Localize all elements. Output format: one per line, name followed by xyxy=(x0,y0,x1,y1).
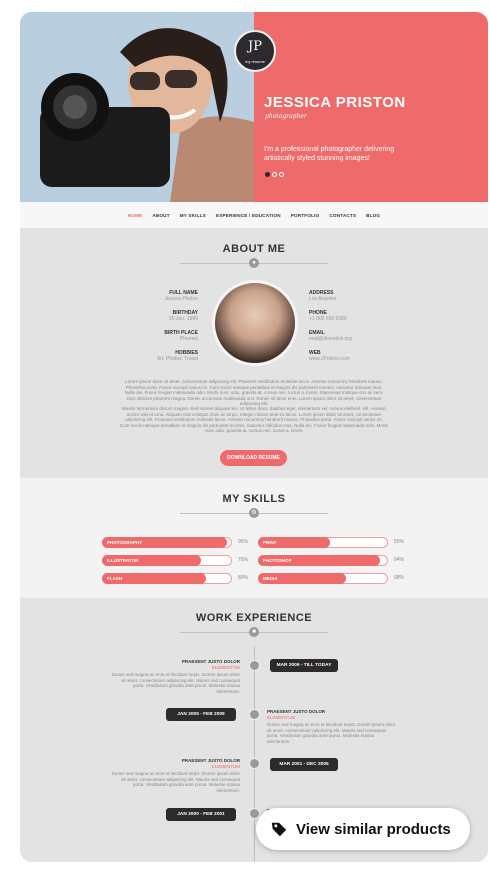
logo-badge[interactable]: JP my resume xyxy=(234,30,276,72)
hero-section: JP my resume JESSICA PRISTON photographe… xyxy=(20,12,488,202)
skill-percent: 55% xyxy=(394,539,405,545)
job-subtitle: ELEMENTUM xyxy=(267,714,296,720)
resume-preview-card[interactable]: JP my resume JESSICA PRISTON photographe… xyxy=(20,12,488,862)
field-value[interactable]: www.JPriston.com xyxy=(309,356,379,362)
job-description: Donec sed magna ac eros et tincidunt tur… xyxy=(111,672,240,694)
skill-percent: 80% xyxy=(238,575,249,581)
skill-name: PHOTOGRAPHY xyxy=(107,540,143,545)
field-web: WEB www.JPriston.com xyxy=(309,350,379,362)
skill-percent: 94% xyxy=(394,557,405,563)
photographer-image xyxy=(20,12,254,202)
hero-role: photographer xyxy=(265,113,307,120)
field-email: EMAIL mail@demolink.org xyxy=(309,330,379,342)
field-value: Art, Photos, Travel xyxy=(156,356,198,362)
main-nav: HOME ABOUT MY SKILLS EXPERIENCE / EDUCAT… xyxy=(20,202,488,228)
skill-bar: PHOTOSHOP xyxy=(258,555,388,566)
skill-name: PHOTOSHOP xyxy=(263,558,292,563)
nav-blog[interactable]: BLOG xyxy=(366,213,380,218)
skills-title: MY SKILLS xyxy=(222,493,286,505)
user-icon: ● xyxy=(249,258,259,268)
field-birth-place: BIRTH PLACE Phoenix xyxy=(130,330,198,342)
field-phone: PHONE +1 800 559 6580 xyxy=(309,310,379,322)
slider-dot[interactable] xyxy=(279,172,284,177)
field-hobbies: HOBBIES Art, Photos, Travel xyxy=(130,350,198,362)
skill-bar: FLASH xyxy=(102,573,232,584)
logo-tagline: my resume xyxy=(245,59,265,64)
about-title: ABOUT ME xyxy=(222,243,286,255)
skill-name: ILLUSTRATOR xyxy=(107,558,139,563)
job-date: MAR 2009 - TILL TODAY xyxy=(270,659,338,672)
skill-percent: 76% xyxy=(238,557,249,563)
timeline-line xyxy=(254,646,255,862)
field-value[interactable]: mail@demolink.org xyxy=(309,336,379,342)
job-subtitle: ELEMENTUM xyxy=(211,664,240,670)
nav-portfolio[interactable]: PORTFOLIO xyxy=(291,213,320,218)
field-value: 25 Jun, 1990 xyxy=(169,316,198,322)
job-date: JAN 2005 - FEB 2009 xyxy=(166,708,236,721)
gear-icon: ⚙ xyxy=(249,508,259,518)
nav-about[interactable]: ABOUT xyxy=(152,213,169,218)
hero-photo xyxy=(20,12,254,202)
job-entry: PRAESENT JUSTO DOLOR ELEMENTUM Donec sed… xyxy=(267,709,397,744)
field-full-name: FULL NAME Jessica Priston xyxy=(130,290,198,302)
field-address: ADDRESS Los Angeles xyxy=(309,290,379,302)
check-icon xyxy=(249,660,260,671)
field-value: +1 800 559 6580 xyxy=(309,316,347,322)
field-value: Phoenix xyxy=(179,336,198,342)
tag-icon xyxy=(271,822,287,837)
field-birthday: BIRTHDAY 25 Jun, 1990 xyxy=(130,310,198,322)
job-entry: PRAESENT JUSTO DOLOR ELEMENTUM Donec sed… xyxy=(110,758,240,793)
skill-name: FLASH xyxy=(107,576,122,581)
camera-icon xyxy=(249,758,260,769)
nav-home[interactable]: HOME xyxy=(128,213,143,218)
about-paragraph: Mauris fermentum dictum magna. Sed laore… xyxy=(120,406,388,433)
field-value: Los Angeles xyxy=(309,296,337,302)
job-date: JAN 2000 - FEB 2001 xyxy=(166,808,236,821)
view-similar-products-label: View similar products xyxy=(296,820,451,838)
skill-percent: 68% xyxy=(394,575,405,581)
skill-percent: 96% xyxy=(238,539,249,545)
skill-name: MEDIA xyxy=(263,576,278,581)
job-subtitle: ELEMENTUM xyxy=(211,763,240,769)
job-description: Donec sed magna ac eros et tincidunt tur… xyxy=(267,722,396,744)
hero-name: JESSICA PRISTON xyxy=(264,94,406,111)
work-title: WORK EXPERIENCE xyxy=(195,612,313,624)
nav-skills[interactable]: MY SKILLS xyxy=(180,213,206,218)
skill-bar: PRINT xyxy=(258,537,388,548)
slider-dot[interactable] xyxy=(265,172,270,177)
skill-name: PRINT xyxy=(263,540,277,545)
nav-contacts[interactable]: CONTACTS xyxy=(329,213,356,218)
slider-dot[interactable] xyxy=(272,172,277,177)
field-value: Jessica Priston xyxy=(164,296,198,302)
hero-description: I'm a professional photographer deliveri… xyxy=(264,146,395,162)
download-resume-button[interactable]: DOWNLOAD RESUME xyxy=(220,450,287,466)
star-icon xyxy=(249,709,260,720)
briefcase-icon: ■ xyxy=(249,627,259,637)
logo-monogram: JP xyxy=(248,39,262,54)
nav-experience[interactable]: EXPERIENCE / EDUCATION xyxy=(216,213,281,218)
skill-bar: ILLUSTRATOR xyxy=(102,555,232,566)
view-similar-products-button[interactable]: View similar products xyxy=(256,808,470,850)
slider-dots xyxy=(265,172,284,177)
skill-bar: PHOTOGRAPHY xyxy=(102,537,232,548)
about-paragraph: Lorem ipsum dolor sit amet, consectetuer… xyxy=(124,379,384,406)
job-date: MAR 2001 - DEC 2005 xyxy=(270,758,338,771)
job-entry: PRAESENT JUSTO DOLOR ELEMENTUM Donec sed… xyxy=(110,659,240,694)
skill-bar: MEDIA xyxy=(258,573,388,584)
profile-portrait xyxy=(212,280,298,366)
job-description: Donec sed magna ac eros et tincidunt tur… xyxy=(111,771,240,793)
